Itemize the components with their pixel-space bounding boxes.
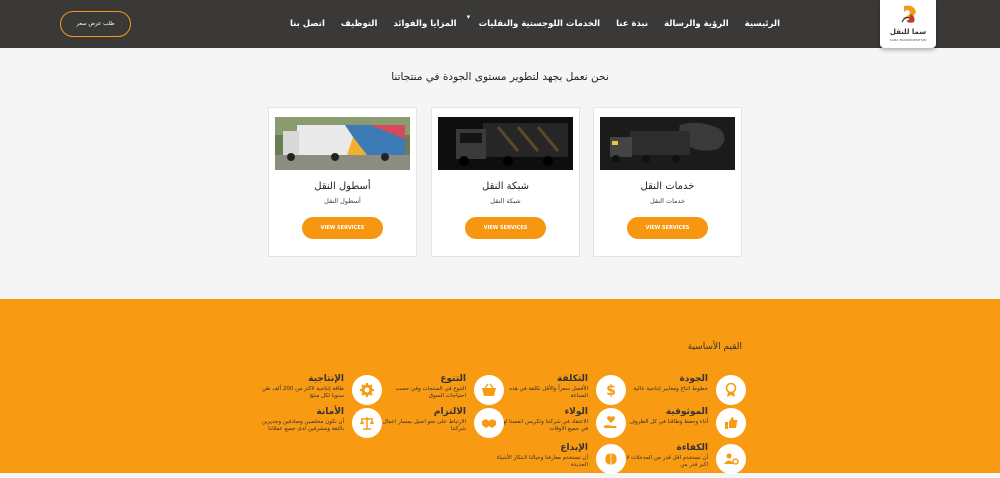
service-subtitle: أسطول النقل (324, 197, 361, 205)
logo-subtext: SAMA TRANSPORTATION (889, 38, 927, 42)
view-services-button[interactable]: VIEW SERVICES (627, 217, 708, 239)
services-headline: نحن نعمل بجهد لتطوير مستوى الجودة في منت… (391, 71, 609, 83)
dollar-icon: $ (596, 375, 626, 405)
value-desc: التنوع في المنتجات وفي حسب احتياجات السو… (395, 386, 466, 399)
value-integrity: الأمانة أن نكون مخلصين وصادقين وجديرين ب… (232, 407, 382, 442)
basket-icon (474, 375, 504, 405)
value-desc: الاعتقاد في شركتنا وتكريس انفسنا لها في … (501, 419, 589, 432)
top-navbar: سما للنقل SAMA TRANSPORTATION الرئيسية ا… (0, 0, 1000, 48)
thumbs-up-icon (716, 408, 746, 438)
svg-text:$: $ (606, 383, 616, 398)
value-desc: الأفضل سعراً والأقل تكلفة في هذه الصناعة (509, 386, 588, 399)
value-desc: أن نكون مخلصين وصادقين وجديرين بالثقة وم… (261, 419, 344, 432)
value-productivity: الإنتاجية طاقة إنتاجية لاكثر من 200 ألف … (232, 374, 382, 409)
logo-text: سما للنقل (889, 28, 927, 36)
handshake-icon (474, 408, 504, 438)
value-title: الأمانة (316, 407, 344, 417)
core-values-title: القيم الأساسية (687, 342, 742, 352)
request-quote-button[interactable]: طلب عرض سعر (60, 11, 131, 37)
service-card-fleet: أسطول النقل أسطول النقل VIEW SERVICES (268, 107, 417, 257)
value-title: الولاء (564, 407, 588, 417)
service-title: خدمات النقل (640, 181, 695, 192)
scales-icon (352, 408, 382, 438)
nav-home[interactable]: الرئيسية (737, 19, 788, 29)
brain-icon (596, 444, 626, 474)
nav-careers[interactable]: التوظيف (333, 19, 386, 29)
hand-heart-icon (596, 408, 626, 438)
value-title: الموثوقية (665, 407, 708, 417)
gear-icon (352, 375, 382, 405)
view-services-button[interactable]: VIEW SERVICES (465, 217, 546, 239)
nav-contact[interactable]: اتصل بنا (282, 19, 333, 29)
value-desc: الارتباط على نحو اصيل بمسار اعمال شركتنا (382, 419, 466, 432)
value-title: الإبداع (560, 443, 588, 453)
service-title: شبكة النقل (482, 181, 529, 192)
value-title: التنوع (440, 374, 466, 384)
service-subtitle: خدمات النقل (649, 197, 686, 205)
value-title: الجودة (679, 374, 708, 384)
service-photo-fleet (275, 117, 410, 170)
value-desc: أداء وحفظ وطاقنا في كل الظروف (629, 419, 708, 425)
company-logo[interactable]: سما للنقل SAMA TRANSPORTATION (880, 0, 936, 48)
core-values-section: القيم الأساسية الجودة خطوط انتاج ومعايير… (0, 299, 1000, 474)
value-desc: أن نستخدم معارفنا وخيالنا لابتكار الأشيا… (496, 455, 588, 468)
view-services-button[interactable]: VIEW SERVICES (302, 217, 383, 239)
service-subtitle: شبكة النقل (490, 197, 521, 205)
users-gear-icon (716, 444, 746, 474)
value-desc: طاقة إنتاجية لاكثر من 200 ألف طن سنويا ل… (261, 386, 344, 399)
service-card-network: شبكة النقل شبكة النقل VIEW SERVICES (431, 107, 580, 257)
value-title: الكفاءة (676, 443, 708, 453)
value-title: التكلفة (557, 374, 588, 384)
nav-vision[interactable]: الرؤية والرسالة (656, 19, 737, 29)
value-desc: خطوط انتاج ومعايير إنتاجية عالية (633, 386, 708, 392)
nav-benefits[interactable]: المزايا والفوائد (385, 19, 464, 29)
nav-logistics-label: الخدمات اللوجستية والنقليات (478, 19, 601, 29)
nav-about[interactable]: نبذة عنا (608, 19, 656, 29)
service-card-transport: خدمات النقل خدمات النقل VIEW SERVICES (593, 107, 742, 257)
medal-icon (716, 375, 746, 405)
value-title: الالتزام (433, 407, 466, 417)
value-title: الإنتاجية (308, 374, 344, 384)
main-nav: الرئيسية الرؤية والرسالة نبذة عنا ▾ الخد… (282, 0, 788, 48)
nav-logistics[interactable]: ▾ الخدمات اللوجستية والنقليات (465, 13, 608, 29)
service-title: أسطول النقل (314, 181, 371, 192)
value-desc: أن نستخدم اقل قدر من المدخلات لانتاج اكب… (617, 455, 708, 468)
chevron-down-icon: ▾ (466, 13, 471, 21)
service-photo-transport (600, 117, 735, 170)
service-photo-network (438, 117, 573, 170)
